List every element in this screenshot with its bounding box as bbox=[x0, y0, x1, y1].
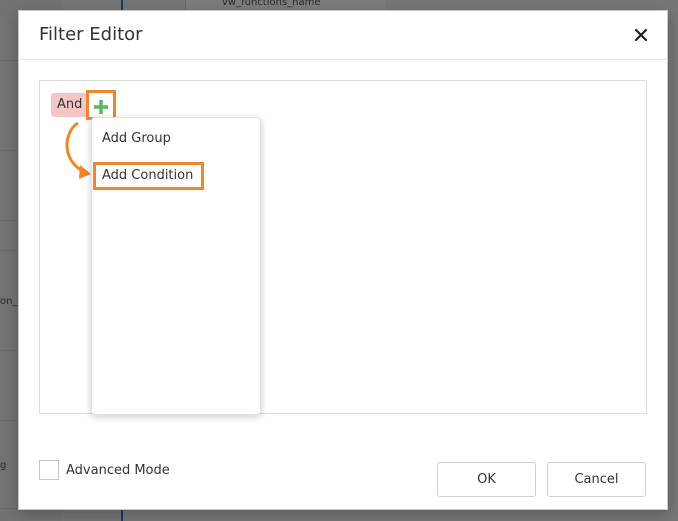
cancel-button[interactable]: Cancel bbox=[547, 462, 646, 497]
dialog-title: Filter Editor bbox=[39, 24, 143, 45]
background-side-text: on_ bbox=[0, 296, 18, 307]
filter-editor-panel: And Add Group Add Condition bbox=[39, 80, 647, 415]
background-column-header: vw_functions_name bbox=[222, 0, 321, 8]
ok-button[interactable]: OK bbox=[437, 462, 536, 497]
close-icon bbox=[629, 23, 653, 47]
add-button[interactable] bbox=[86, 90, 116, 120]
advanced-mode-checkbox[interactable] bbox=[39, 460, 59, 480]
dialog-header: Filter Editor bbox=[19, 11, 667, 60]
group-operator-and[interactable]: And bbox=[51, 93, 89, 117]
add-menu-popup: Add Group Add Condition bbox=[91, 117, 261, 415]
menu-item-add-group[interactable]: Add Group bbox=[92, 125, 258, 153]
close-button[interactable] bbox=[629, 23, 653, 47]
filter-editor-dialog: Filter Editor And Add Group Add Conditio… bbox=[18, 10, 668, 510]
menu-item-add-condition[interactable]: Add Condition bbox=[93, 162, 204, 190]
plus-icon bbox=[89, 98, 113, 116]
advanced-mode-label: Advanced Mode bbox=[66, 463, 170, 478]
background-side-text: g bbox=[0, 460, 7, 471]
